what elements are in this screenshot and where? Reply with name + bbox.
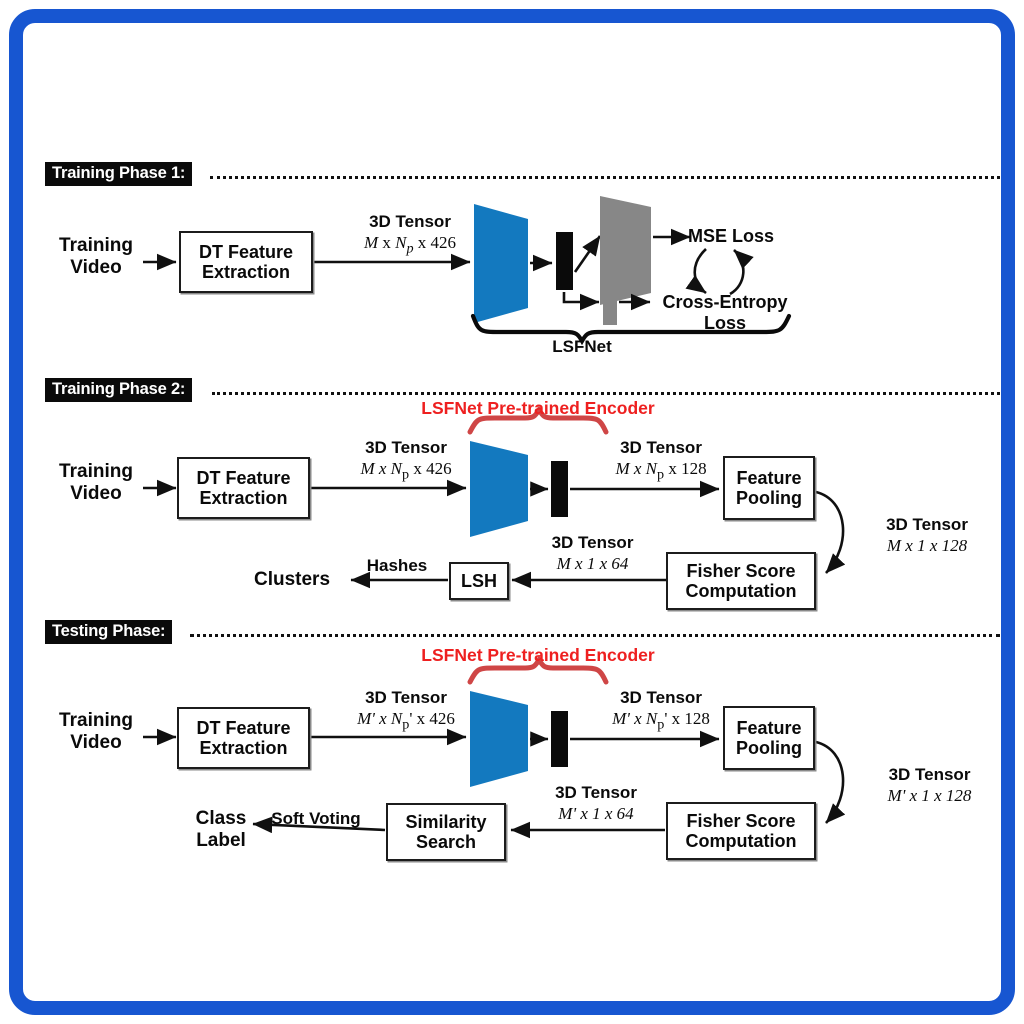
pooling-line-2: Pooling [736,738,802,758]
figure-canvas: Training Phase 1: Training Video DT Feat… [0,0,1024,1024]
ce-loss-line-2: Loss [703,312,746,333]
mse-loss-label-p1: MSE Loss [688,226,818,247]
tensor-dims: M x Np x 426 [363,233,457,257]
ce-loss-line-1: Cross-Entropy [662,292,788,312]
tensor-title: 3D Tensor [551,533,634,552]
class-line-1: Class [195,808,247,829]
tensor-title: 3D Tensor [365,688,447,707]
tensor-dims: M' x 1 x 128 [887,786,972,806]
tensor-annotation-pooled-p2: 3D Tensor M x 1 x 128 [852,515,1002,556]
arrow-bottleneck-to-classifier-p1 [562,292,600,311]
input-training-video-p2: Training Video [48,461,144,504]
similarity-search-box-p3[interactable]: Similarity Search [386,803,506,861]
dt-box-line-2: Extraction [199,488,288,508]
hashes-label-p2: Hashes [355,556,439,575]
clusters-label-p2: Clusters [236,569,348,591]
tensor-annotation-fisher-p3: 3D Tensor M' x 1 x 64 [522,783,670,824]
soft-voting-label-p3: Soft Voting [252,809,380,828]
dt-box-line-1: DT Feature [196,717,291,738]
pooling-line-2: Pooling [736,488,802,508]
input-line-1: Training [59,461,133,482]
mse-loss-text: MSE Loss [688,226,775,246]
fisher-score-box-p2[interactable]: Fisher Score Computation [666,552,816,610]
dt-feature-extraction-box-p3[interactable]: DT Feature Extraction [177,707,310,769]
tensor-annotation-input-p1: 3D Tensor M x Np x 426 [325,212,495,257]
tensor-annotation-input-p3: 3D Tensor M' x Np' x 426 [318,688,494,733]
phase-label-training-2: Training Phase 2: [45,378,193,403]
fisher-line-2: Computation [685,581,797,601]
arrow-loop-up-p1 [729,249,754,296]
hashes-text: Hashes [366,556,428,575]
class-line-2: Label [196,829,246,851]
pooling-line-1: Feature [736,467,802,488]
tensor-title: 3D Tensor [886,515,968,534]
classifier-bar-p1 [603,287,617,325]
fisher-line-1: Fisher Score [686,560,796,581]
tensor-dims: M x 1 x 128 [886,536,968,556]
tensor-title: 3D Tensor [555,783,637,802]
bottleneck-bar-p2 [551,461,568,517]
tensor-title: 3D Tensor [888,765,971,784]
tensor-dims: M' x 1 x 64 [558,804,634,824]
phase-divider-1 [210,176,1000,179]
phase-label-training-1: Training Phase 1: [45,162,193,187]
tensor-dims: M x 1 x 64 [556,554,629,574]
bottleneck-bar-p1 [556,232,573,290]
lsh-box-p2[interactable]: LSH [449,562,509,600]
tensor-dims: M' x Np' x 426 [357,709,455,733]
input-line-1: Training [59,710,133,731]
phase-divider-2 [212,392,1000,395]
similarity-line-1: Similarity [405,811,487,832]
input-line-2: Video [70,482,122,504]
cross-entropy-loss-label-p1: Cross-Entropy Loss [650,292,800,333]
input-line-2: Video [70,256,122,278]
decoder-trapezoid-p1 [600,196,651,305]
arrow-pooling-to-fisher-p2 [815,490,846,574]
input-line-2: Video [70,731,122,753]
lsfnet-bracket-label-p1: LSFNet [552,337,612,356]
fisher-line-1: Fisher Score [686,810,796,831]
arrow-pooling-to-fisher-p3 [815,740,846,824]
tensor-annotation-pooled-p3: 3D Tensor M' x 1 x 128 [852,765,1007,806]
tensor-title: 3D Tensor [365,438,447,457]
tensor-dims: M x Np x 426 [360,459,452,483]
red-caption-encoder-p3: LSFNet Pre-trained Encoder [421,645,655,665]
tensor-annotation-input-p2: 3D Tensor M x Np x 426 [322,438,490,483]
dt-box-line-1: DT Feature [196,467,291,488]
lsh-text: LSH [461,570,497,591]
fisher-line-2: Computation [685,831,797,851]
dt-feature-extraction-box-p1[interactable]: DT Feature Extraction [179,231,313,293]
red-caption-encoder-p2: LSFNet Pre-trained Encoder [421,398,655,418]
input-training-video-p1: Training Video [48,235,144,278]
fisher-score-box-p3[interactable]: Fisher Score Computation [666,802,816,860]
input-line-1: Training [59,235,133,256]
phase-divider-3 [190,634,1000,637]
dt-feature-extraction-box-p2[interactable]: DT Feature Extraction [177,457,310,519]
input-training-video-p3: Training Video [48,710,144,753]
bottleneck-bar-p3 [551,711,568,767]
tensor-annotation-fisher-p2: 3D Tensor M x 1 x 64 [520,533,665,574]
arrow-bottleneck-to-decoder-p1 [573,235,602,273]
dt-box-line-2: Extraction [199,738,288,758]
clusters-text: Clusters [253,569,331,590]
pooling-line-1: Feature [736,717,802,738]
soft-voting-text: Soft Voting [271,809,361,828]
similarity-line-2: Search [415,832,477,852]
feature-pooling-box-p2[interactable]: Feature Pooling [723,456,815,520]
diagram-vector-layer [143,196,846,839]
dt-box-line-1: DT Feature [198,241,294,262]
dt-box-line-2: Extraction [201,262,291,282]
arrow-loop-down-p1 [685,248,707,295]
phase-label-testing: Testing Phase: [45,620,173,645]
class-label-p3: Class Label [184,808,258,851]
tensor-title: 3D Tensor [369,212,451,231]
feature-pooling-box-p3[interactable]: Feature Pooling [723,706,815,770]
diagram-area: Training Phase 1: Training Video DT Feat… [0,0,1024,1024]
